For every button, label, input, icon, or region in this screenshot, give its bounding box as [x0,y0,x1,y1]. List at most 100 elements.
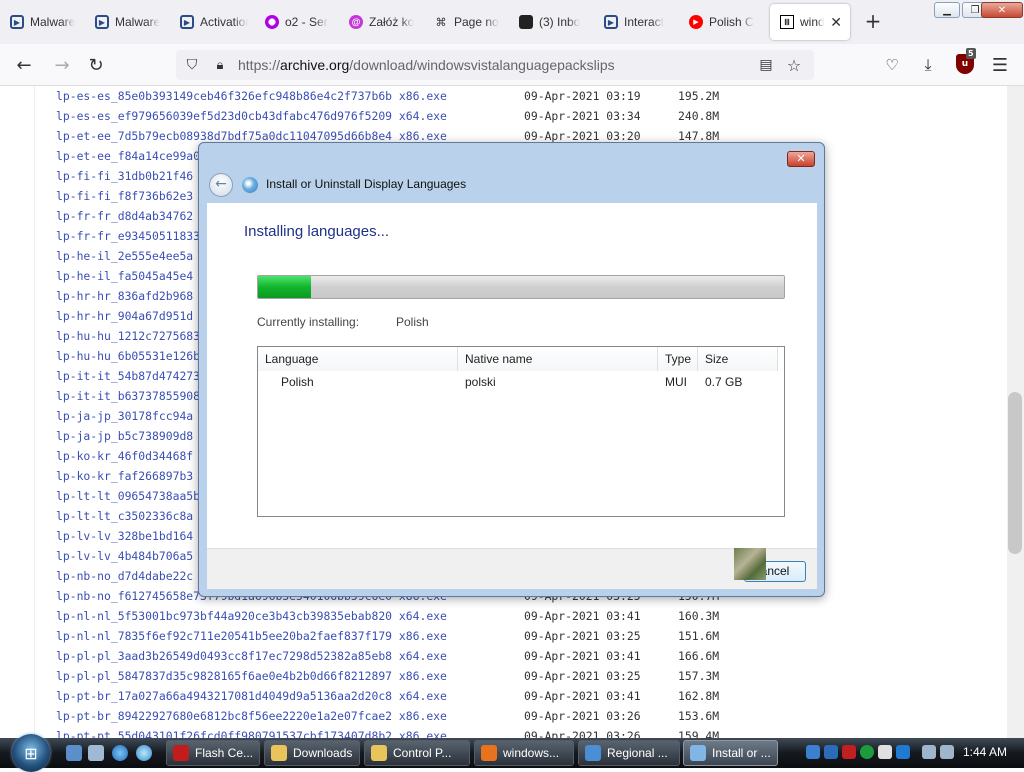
column-header-native-name[interactable]: Native name [458,347,658,371]
shield-icon[interactable]: ⛉ [180,54,204,76]
play-icon: ▶ [10,15,24,29]
file-link[interactable]: lp-he-il_fa5045a45e4 [56,269,193,283]
browser-tab[interactable]: ▶ Interact [594,4,679,40]
column-header-size[interactable]: Size [698,347,778,371]
file-link[interactable]: lp-pt-br_89422927680e6812bc8f56ee2220e1a… [56,709,447,723]
bookmark-star-icon[interactable]: ☆ [782,54,806,76]
file-link[interactable]: lp-hu-hu_1212c7275683 [56,329,200,343]
url-text[interactable]: https://archive.org/download/windowsvist… [238,57,615,73]
file-link[interactable]: lp-lv-lv_328be1bd164 [56,529,193,543]
browser-tab[interactable]: (3) Inbo [509,4,594,40]
file-link[interactable]: lp-lt-lt_09654738aa5b [56,489,200,503]
tray-app-icon-2[interactable] [824,745,838,759]
file-link[interactable]: lp-et-ee_f84a14ce99a0 [56,149,200,163]
volume-muted-icon[interactable] [940,745,954,759]
file-link[interactable]: lp-he-il_2e555e4ee5a [56,249,193,263]
file-link[interactable]: lp-fi-fi_31db0b21f46 [56,169,193,183]
network-icon[interactable] [922,745,936,759]
file-link[interactable]: lp-pt-br_17a027a66a4943217081d4049d9a513… [56,689,447,703]
tray-app-icon[interactable] [806,745,820,759]
file-size: 153.6M [678,709,720,723]
close-window-button[interactable]: ✕ [981,2,1023,18]
file-size: 166.6M [678,649,720,663]
browser-tab[interactable]: ⌘ Page no [424,4,509,40]
file-link[interactable]: lp-nl-nl_7835f6ef92c711e20541b5ee20ba2fa… [56,629,447,643]
file-link[interactable]: lp-fr-fr_d8d4ab34762 [56,209,193,223]
browser-tab[interactable]: ▶ Polish C [679,4,765,40]
lock-icon[interactable]: 🔒︎ [208,54,232,76]
file-link[interactable]: lp-lv-lv_4b484b706a5 [56,549,193,563]
tray-app-icon-3[interactable] [878,745,892,759]
file-link[interactable]: lp-ko-kr_46f0d34468f [56,449,193,463]
file-link[interactable]: lp-it-it_b63737855908 [56,389,200,403]
start-button[interactable]: ⊞ [12,734,50,772]
forward-arrow-icon[interactable]: → [50,54,74,76]
show-desktop-icon[interactable] [66,745,82,761]
file-link[interactable]: lp-fi-fi_f8f736b62e3 [56,189,193,203]
taskbar-button[interactable]: Install or ... [683,740,778,766]
downloads-icon[interactable]: ⤓ [916,54,940,76]
menu-hamburger-icon[interactable]: ☰ [988,54,1012,76]
dialog-close-button[interactable]: ✕ [787,151,815,167]
column-header-type[interactable]: Type [658,347,698,371]
file-link[interactable]: lp-lt-lt_c3502336c8a [56,509,193,523]
tab-label: Malware [115,15,161,29]
file-link[interactable]: lp-es-es_85e0b393149ceb46f326efc948b86e4… [56,89,447,103]
file-link[interactable]: lp-nl-nl_5f53001bc973bf44a920ce3b43cb398… [56,609,447,623]
reload-icon[interactable]: ↻ [84,54,108,76]
file-link[interactable]: lp-ja-jp_b5c738909d8 [56,429,193,443]
new-tab-button[interactable]: + [862,10,884,34]
file-link[interactable]: lp-es-es_ef979656039ef5d23d0cb43dfabc476… [56,109,447,123]
file-link[interactable]: lp-ja-jp_30178fcc94a [56,409,193,423]
file-link[interactable]: lp-hr-hr_904a67d951d [56,309,193,323]
file-link[interactable]: lp-ko-kr_faf266897b3 [56,469,193,483]
taskbar-button[interactable]: Regional ... [578,740,680,766]
tray-app-icon-4[interactable] [896,745,910,759]
url-host: archive.org [280,57,350,73]
back-arrow-icon[interactable]: ← [12,54,36,76]
media-player-icon[interactable] [136,745,152,761]
file-row: lp-fi-fi_31db0b21f46 [56,166,193,186]
tray-flash-icon[interactable] [842,745,856,759]
browser-tab[interactable]: ▶ Activation [170,4,255,40]
browser-tab[interactable]: Ⅲwindo ✕ [770,4,850,40]
file-date: 09-Apr-2021 03:25 [524,629,641,643]
file-link[interactable]: lp-pl-pl_5847837d35c9828165f6ae0e4b2b0d6… [56,669,447,683]
tray-sync-icon[interactable] [860,745,874,759]
internet-explorer-icon[interactable] [112,745,128,761]
command-icon: ⌘ [435,16,447,29]
taskbar-button[interactable]: Downloads [264,740,360,766]
taskbar-button[interactable]: windows... [474,740,574,766]
tab-label: (3) Inbo [539,15,581,29]
file-row: lp-fr-fr_d8d4ab34762 [56,206,193,226]
browser-tab[interactable]: o2 - Ser [255,4,339,40]
system-clock[interactable]: 1:44 AM [963,745,1007,759]
taskbar-button[interactable]: Control P... [364,740,470,766]
file-link[interactable]: lp-nb-no_d7d4dabe22c [56,569,193,583]
ublock-extension-icon[interactable]: u5 [956,48,976,74]
browser-tab[interactable]: ▶ Malware [85,4,170,40]
file-link[interactable]: lp-et-ee_7d5b79ecb08938d7bdf75a0dc110470… [56,129,447,143]
file-link[interactable]: lp-hr-hr_836afd2b968 [56,289,193,303]
file-link[interactable]: lp-pt-pt_55d043101f26fcd0ff980791537cbf1… [56,729,447,738]
close-tab-icon[interactable]: ✕ [830,14,842,31]
file-row: lp-he-il_2e555e4ee5a [56,246,193,266]
browser-tab[interactable]: ▶ Malware [0,4,85,40]
pocket-icon[interactable]: ♡ [880,54,904,76]
file-link[interactable]: lp-pl-pl_3aad3b26549d0493cc8f17ec7298d52… [56,649,447,663]
file-link[interactable]: lp-fr-fr_e93450511833 [56,229,200,243]
switch-windows-icon[interactable] [88,745,104,761]
back-button-icon[interactable]: ← [209,173,233,197]
file-link[interactable]: lp-hu-hu_6b05531e126b [56,349,200,363]
taskbar-button[interactable]: Flash Ce... [166,740,260,766]
column-header-language[interactable]: Language [258,347,458,371]
file-link[interactable]: lp-it-it_54b87d474273 [56,369,200,383]
address-bar[interactable]: ⛉ 🔒︎ https://archive.org/download/window… [176,50,814,80]
reader-view-icon[interactable]: ▤ [754,54,778,76]
tab-label: windo [800,15,825,29]
minimize-window-button[interactable]: ▁ [934,2,960,18]
install-progress-bar [257,275,785,299]
scrollbar-thumb[interactable] [1008,392,1022,554]
flash-icon [173,745,189,761]
browser-tab[interactable]: @ Załóż ko [339,4,424,40]
